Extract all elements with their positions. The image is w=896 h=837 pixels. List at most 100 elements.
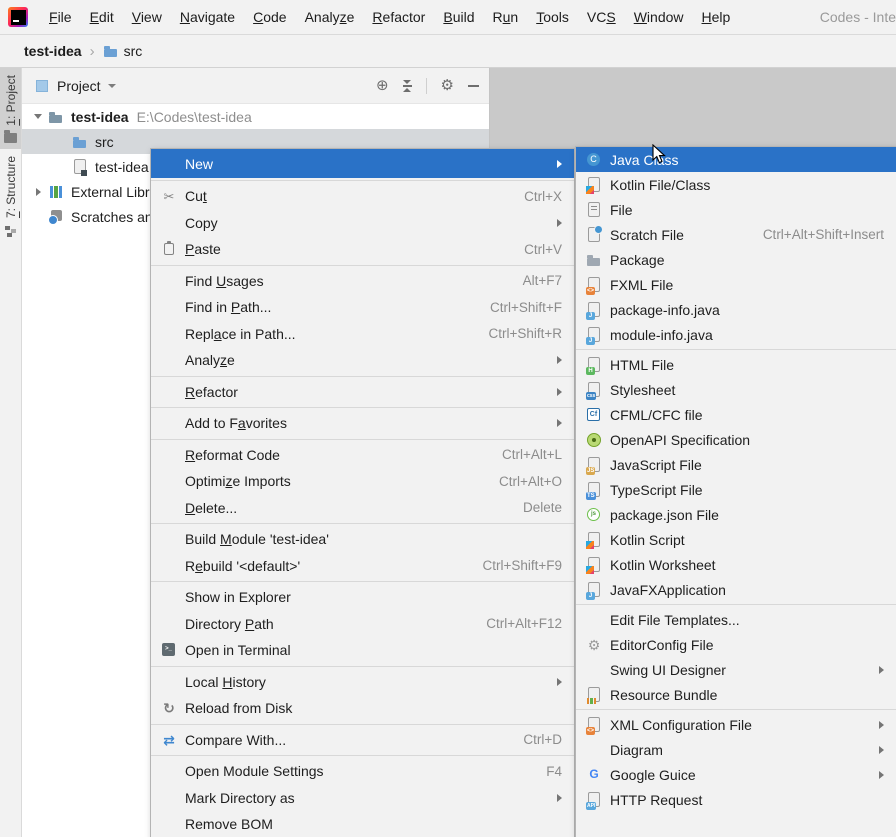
menu-item-edit-file-templates[interactable]: Edit File Templates... <box>576 607 896 632</box>
settings-button[interactable]: ⚙ <box>441 78 454 93</box>
panel-title[interactable]: Project <box>57 78 101 94</box>
menu-item-compare-with[interactable]: ⇄Compare With...Ctrl+D <box>151 727 574 754</box>
breadcrumb-project[interactable]: test-idea <box>24 43 82 59</box>
openapi-icon <box>586 432 602 448</box>
panel-actions: ⊕ ⚙ <box>376 78 479 94</box>
menu-item-label: Directory Path <box>185 616 466 632</box>
menu-item-label: package-info.java <box>610 302 884 318</box>
menu-item-label: Package <box>610 252 884 268</box>
menu-item-kotlin-script[interactable]: Kotlin Script <box>576 527 896 552</box>
menu-view[interactable]: View <box>123 9 171 25</box>
menu-item-reformat-code[interactable]: Reformat CodeCtrl+Alt+L <box>151 442 574 469</box>
hide-button[interactable] <box>468 85 479 87</box>
menu-item-package-info-java[interactable]: Jpackage-info.java <box>576 297 896 322</box>
menu-item-label: Kotlin File/Class <box>610 177 884 193</box>
submenu-arrow-icon <box>557 356 562 364</box>
menu-item-reload-from-disk[interactable]: ↻Reload from Disk <box>151 695 574 722</box>
menu-item-swing-ui-designer[interactable]: Swing UI Designer <box>576 657 896 682</box>
menu-item-typescript-file[interactable]: TSTypeScript File <box>576 477 896 502</box>
menu-item-html-file[interactable]: HHTML File <box>576 352 896 377</box>
menu-item-module-info-java[interactable]: Jmodule-info.java <box>576 322 896 347</box>
menu-item-shortcut: Ctrl+Shift+R <box>488 326 562 341</box>
scratches-icon <box>48 209 64 225</box>
locate-button[interactable]: ⊕ <box>376 78 389 93</box>
menu-separator <box>151 376 574 377</box>
menu-item-javascript-file[interactable]: JSJavaScript File <box>576 452 896 477</box>
menu-item-xml-configuration-file[interactable]: <>XML Configuration File <box>576 712 896 737</box>
chevron-down-icon[interactable] <box>108 84 116 88</box>
menu-item-openapi-specification[interactable]: OpenAPI Specification <box>576 427 896 452</box>
menu-item-refactor[interactable]: Refactor <box>151 379 574 406</box>
menu-item-new[interactable]: New <box>151 149 574 178</box>
menu-item-open-module-settings[interactable]: Open Module SettingsF4 <box>151 758 574 785</box>
menu-item-delete[interactable]: Delete...Delete <box>151 495 574 522</box>
menu-item-show-in-explorer[interactable]: Show in Explorer <box>151 584 574 611</box>
menu-item-scratch-file[interactable]: Scratch FileCtrl+Alt+Shift+Insert <box>576 222 896 247</box>
collapse-arrow-icon[interactable] <box>30 109 46 125</box>
stripe-tab-7-structure[interactable]: 7: Structure <box>0 149 21 243</box>
menu-item-diagram[interactable]: Diagram <box>576 737 896 762</box>
menu-item-optimize-imports[interactable]: Optimize ImportsCtrl+Alt+O <box>151 468 574 495</box>
menu-item-resource-bundle[interactable]: Resource Bundle <box>576 682 896 707</box>
menu-tools[interactable]: Tools <box>527 9 578 25</box>
collapse-all-button[interactable] <box>403 80 412 92</box>
menu-item-build-module-test-idea[interactable]: Build Module 'test-idea' <box>151 526 574 553</box>
menu-separator <box>151 407 574 408</box>
menu-code[interactable]: Code <box>244 9 295 25</box>
menu-item-local-history[interactable]: Local History <box>151 669 574 696</box>
menu-vcs[interactable]: VCS <box>578 9 625 25</box>
menu-item-shortcut: Ctrl+Alt+F12 <box>486 616 562 631</box>
menu-item-add-to-favorites[interactable]: Add to Favorites <box>151 410 574 437</box>
menu-item-fxml-file[interactable]: <>FXML File <box>576 272 896 297</box>
cf-icon: Cf <box>586 407 602 423</box>
menu-item-paste[interactable]: PasteCtrl+V <box>151 236 574 263</box>
menu-item-kotlin-worksheet[interactable]: Kotlin Worksheet <box>576 552 896 577</box>
menu-help[interactable]: Help <box>693 9 740 25</box>
menu-item-find-usages[interactable]: Find UsagesAlt+F7 <box>151 268 574 295</box>
menu-item-find-in-path[interactable]: Find in Path...Ctrl+Shift+F <box>151 294 574 321</box>
menu-item-rebuild-default[interactable]: Rebuild '<default>'Ctrl+Shift+F9 <box>151 553 574 580</box>
menu-file[interactable]: File <box>40 9 81 25</box>
menu-item-file[interactable]: File <box>576 197 896 222</box>
tree-item-test-idea[interactable]: test-ideaE:\Codes\test-idea <box>22 104 489 129</box>
menu-item-open-in-terminal[interactable]: >_Open in Terminal <box>151 637 574 664</box>
menu-item-javafxapplication[interactable]: JJavaFXApplication <box>576 577 896 602</box>
menu-item-label: Remove BOM <box>185 816 562 832</box>
menu-item-editorconfig-file[interactable]: ⚙EditorConfig File <box>576 632 896 657</box>
menu-item-label: Resource Bundle <box>610 687 884 703</box>
menu-analyze[interactable]: Analyze <box>296 9 364 25</box>
menu-separator <box>151 581 574 582</box>
menu-item-google-guice[interactable]: GGoogle Guice <box>576 762 896 787</box>
menu-window[interactable]: Window <box>625 9 693 25</box>
menu-item-directory-path[interactable]: Directory Path Ctrl+Alt+F12 <box>151 611 574 638</box>
menu-item-copy[interactable]: Copy <box>151 210 574 237</box>
menu-item-package[interactable]: Package <box>576 247 896 272</box>
menu-item-remove-bom[interactable]: Remove BOM <box>151 811 574 837</box>
stripe-tab-1-project[interactable]: 1: Project <box>0 68 21 149</box>
expand-arrow-icon[interactable] <box>30 184 46 200</box>
menu-item-package-json-file[interactable]: jspackage.json File <box>576 502 896 527</box>
menu-item-analyze[interactable]: Analyze <box>151 347 574 374</box>
menu-run[interactable]: Run <box>484 9 528 25</box>
libraries-icon <box>48 184 64 200</box>
menu-item-stylesheet[interactable]: cssStylesheet <box>576 377 896 402</box>
idea-logo-icon <box>8 7 28 27</box>
breadcrumb-src[interactable]: src <box>124 43 143 59</box>
menu-item-cfml-cfc-file[interactable]: CfCFML/CFC file <box>576 402 896 427</box>
menu-item-http-request[interactable]: APIHTTP Request <box>576 787 896 812</box>
menu-item-kotlin-file-class[interactable]: Kotlin File/Class <box>576 172 896 197</box>
menu-item-label: Reformat Code <box>185 447 482 463</box>
menu-item-cut[interactable]: ✂CutCtrl+X <box>151 183 574 210</box>
menu-item-java-class[interactable]: CJava Class <box>576 147 896 172</box>
menu-item-replace-in-path[interactable]: Replace in Path...Ctrl+Shift+R <box>151 321 574 348</box>
menu-refactor[interactable]: Refactor <box>363 9 434 25</box>
menu-item-label: Rebuild '<default>' <box>185 558 462 574</box>
main-area: 1: Project7: Structure Project ⊕ ⚙ test-… <box>0 68 896 837</box>
menu-item-label: Swing UI Designer <box>610 662 869 678</box>
menu-edit[interactable]: Edit <box>81 9 123 25</box>
scratch-file-icon <box>586 227 602 243</box>
menu-build[interactable]: Build <box>434 9 483 25</box>
menu-navigate[interactable]: Navigate <box>171 9 244 25</box>
menu-item-mark-directory-as[interactable]: Mark Directory as <box>151 785 574 812</box>
menu-item-label: Local History <box>185 674 547 690</box>
